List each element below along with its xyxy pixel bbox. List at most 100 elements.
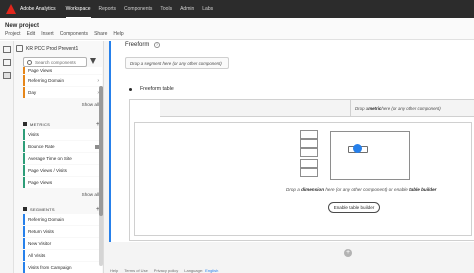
segment-label: Visits from Campaign xyxy=(28,265,72,270)
nav-labs[interactable]: Labs xyxy=(202,0,213,18)
component-search-input[interactable]: Search components xyxy=(23,57,87,67)
drop-metric-text: Drop a xyxy=(355,105,369,111)
panel-title[interactable]: Freeform xyxy=(125,42,149,48)
footer-link-terms[interactable]: Terms of Use xyxy=(124,268,148,273)
footer-link-help[interactable]: Help xyxy=(110,268,118,273)
metrics-show-all[interactable]: Show all xyxy=(23,189,102,200)
list-item[interactable]: Bounce Rate xyxy=(23,141,102,152)
list-item[interactable]: Page Views / Visits xyxy=(23,165,102,176)
drop-metric-text-end: here (or any other component) xyxy=(381,105,441,111)
list-item[interactable]: Visits from Campaign xyxy=(23,262,102,273)
table-illustration-icon xyxy=(300,139,318,148)
drop-dim-keyword-2: table builder xyxy=(409,187,437,192)
metric-drop-zone[interactable]: Drop a metric here (or any other compone… xyxy=(350,100,474,116)
table-header-row: Drop a metric here (or any other compone… xyxy=(160,100,474,117)
metrics-header: METRICS xyxy=(30,121,51,127)
dimensions-list: Page Views Referring Domain › Day › Show… xyxy=(23,67,102,110)
metrics-section-header: METRICS + xyxy=(23,119,102,129)
project-menu-bar: Project Edit Insert Components Share Hel… xyxy=(5,31,130,37)
footer-link-privacy[interactable]: Privacy policy xyxy=(154,268,178,273)
metric-label: Average Time on Site xyxy=(28,156,72,161)
list-item[interactable]: Day › xyxy=(23,87,102,98)
components-panel: KR PCC Prod Prevent1 Search components P… xyxy=(14,41,104,273)
panel-scrollbar-thumb[interactable] xyxy=(99,86,103,216)
nav-admin[interactable]: Admin xyxy=(180,0,194,18)
metrics-list: METRICS + Visits Bounce Rate Average Tim… xyxy=(23,119,102,200)
menu-insert[interactable]: Insert xyxy=(41,31,54,37)
list-item[interactable]: Average Time on Site xyxy=(23,153,102,164)
table-illustration-icon xyxy=(330,131,410,180)
workspace-canvas: Freeform ? Drop a segment here (or any o… xyxy=(104,41,474,273)
list-item[interactable]: All Visits xyxy=(23,250,102,261)
product-name[interactable]: Adobe Analytics xyxy=(20,6,56,12)
left-icon-rail xyxy=(0,41,14,273)
freeform-panel: Freeform ? Drop a segment here (or any o… xyxy=(109,41,474,242)
info-icon[interactable]: ? xyxy=(154,42,160,48)
footer-language-label: Language: xyxy=(184,267,204,273)
dimensions-show-all[interactable]: Show all xyxy=(23,99,102,110)
menu-share[interactable]: Share xyxy=(94,31,107,37)
metric-label: Page Views / Visits xyxy=(28,168,67,173)
segment-label: New Visitor xyxy=(28,241,52,246)
filter-icon[interactable] xyxy=(90,58,96,64)
drop-dim-text: Drop a xyxy=(286,187,302,192)
add-panel-icon[interactable]: + xyxy=(344,249,352,257)
adobe-logo-icon[interactable] xyxy=(6,4,16,14)
dimension-label: Referring Domain xyxy=(28,78,64,83)
dimension-label: Day xyxy=(28,90,37,95)
list-item[interactable]: Page Views xyxy=(23,67,102,74)
table-illustration-icon xyxy=(300,130,318,139)
metric-label: Bounce Rate xyxy=(28,144,55,149)
report-suite-selector[interactable]: KR PCC Prod Prevent1 xyxy=(16,43,100,54)
dimension-drop-hint: Drop a dimension here (or any other comp… xyxy=(286,187,474,192)
report-suite-name: KR PCC Prod Prevent1 xyxy=(26,45,79,52)
metric-label: Visits xyxy=(28,132,39,137)
drop-dim-text-mid: here (or any other component) or enable xyxy=(324,187,410,192)
table-illustration-icon xyxy=(300,168,318,177)
freeform-table-title[interactable]: Freeform table xyxy=(140,86,174,92)
search-icon xyxy=(27,59,32,65)
segment-drop-zone[interactable]: Drop a segment here (or any other compon… xyxy=(125,57,229,69)
menu-help[interactable]: Help xyxy=(113,31,123,37)
project-header: New project Project Edit Insert Componen… xyxy=(0,18,474,40)
dimension-label: Page Views xyxy=(28,68,53,73)
list-item[interactable]: Referring Domain › xyxy=(23,75,102,86)
segments-header: SEGMENTS xyxy=(30,206,55,212)
nav-components[interactable]: Components xyxy=(124,0,152,18)
menu-components[interactable]: Components xyxy=(60,31,88,37)
menu-project[interactable]: Project xyxy=(5,31,21,37)
visualizations-icon[interactable] xyxy=(3,59,11,66)
segment-label: Referring Domain xyxy=(28,217,64,222)
footer-language-select[interactable]: English xyxy=(205,268,218,273)
segments-icon xyxy=(23,207,27,211)
list-item[interactable]: Return Visits xyxy=(23,226,102,237)
menu-edit[interactable]: Edit xyxy=(27,31,36,37)
segment-label: Return Visits xyxy=(28,229,54,234)
chevron-right-icon[interactable]: › xyxy=(97,78,99,84)
top-nav-bar: Adobe Analytics Workspace Reports Compon… xyxy=(0,0,474,18)
segment-label: All Visits xyxy=(28,253,46,258)
enable-table-builder-button[interactable]: Enable table builder xyxy=(328,202,380,213)
report-suite-icon xyxy=(16,45,23,52)
panels-icon[interactable] xyxy=(3,46,11,53)
project-title[interactable]: New project xyxy=(5,23,39,29)
segments-section-header: SEGMENTS + xyxy=(23,204,102,214)
components-icon[interactable] xyxy=(3,72,11,79)
drop-metric-keyword: metric xyxy=(368,105,382,111)
table-illustration-icon xyxy=(300,148,318,157)
collapse-toggle-icon[interactable] xyxy=(129,88,132,91)
list-item[interactable]: Visits xyxy=(23,129,102,140)
list-item[interactable]: Referring Domain xyxy=(23,214,102,225)
nav-workspace[interactable]: Workspace xyxy=(65,0,91,18)
list-item[interactable]: New Visitor xyxy=(23,238,102,249)
drop-dim-keyword: dimension xyxy=(301,187,325,192)
metric-label: Page Views xyxy=(28,180,53,185)
nav-reports[interactable]: Reports xyxy=(99,0,117,18)
metrics-icon xyxy=(23,122,27,126)
footer: Help Terms of Use Privacy policy Languag… xyxy=(104,267,474,273)
nav-tools[interactable]: Tools xyxy=(160,0,172,18)
list-item[interactable]: Page Views xyxy=(23,177,102,188)
segments-list: SEGMENTS + Referring Domain Return Visit… xyxy=(23,204,102,273)
search-placeholder: Search components xyxy=(35,59,76,65)
table-illustration-icon xyxy=(300,159,318,168)
